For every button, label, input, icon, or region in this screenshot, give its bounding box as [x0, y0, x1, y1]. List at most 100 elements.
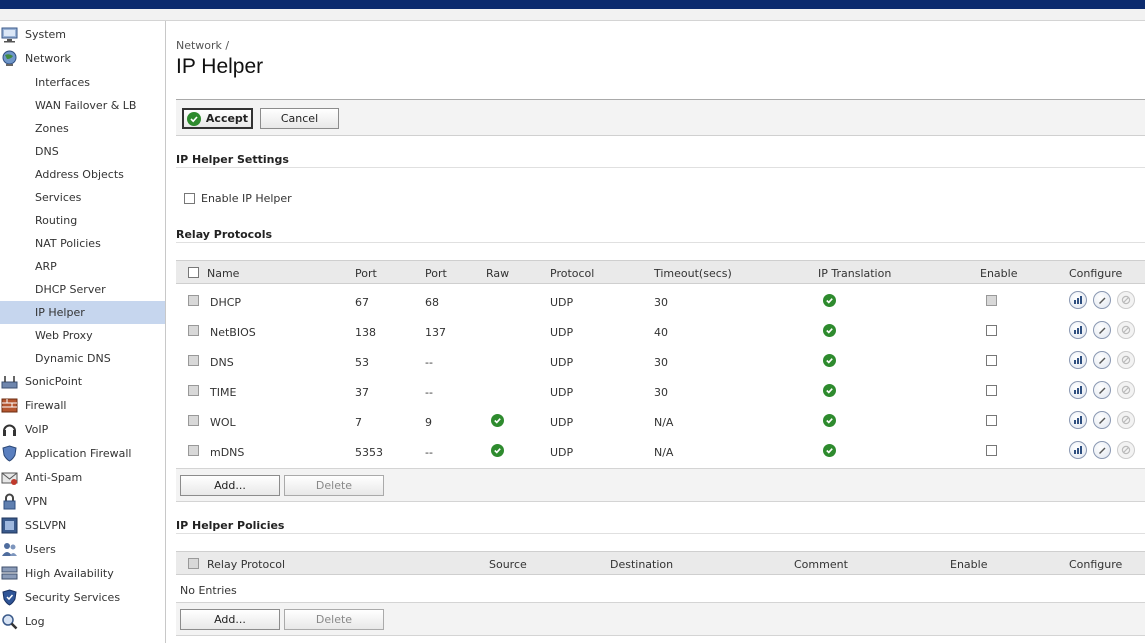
headset-icon — [0, 421, 18, 439]
sidebar-sub-wan-failover[interactable]: WAN Failover & LB — [0, 94, 165, 117]
stats-icon[interactable] — [1069, 351, 1087, 369]
delete-icon[interactable] — [1117, 381, 1135, 399]
sidebar-item-high-availability[interactable]: High Availability — [0, 562, 165, 585]
row-select-checkbox[interactable] — [188, 415, 199, 426]
cell-port2: -- — [425, 386, 433, 399]
sidebar-item-anti-spam[interactable]: Anti-Spam — [0, 466, 165, 489]
sidebar-item-log[interactable]: Log — [0, 610, 165, 633]
edit-icon[interactable] — [1093, 411, 1111, 429]
delete-icon[interactable] — [1117, 321, 1135, 339]
sidebar-sub-routing[interactable]: Routing — [0, 209, 165, 232]
stats-icon[interactable] — [1069, 411, 1087, 429]
col-configure: Configure — [1069, 267, 1123, 280]
sidebar-item-application-firewall[interactable]: Application Firewall — [0, 442, 165, 465]
sidebar-item-voip[interactable]: VoIP — [0, 418, 165, 441]
sidebar-sub-address-objects[interactable]: Address Objects — [0, 163, 165, 186]
sidebar-item-vpn[interactable]: VPN — [0, 490, 165, 513]
select-all-checkbox[interactable] — [188, 267, 199, 278]
table-row: DNS 53 -- UDP 30 — [176, 346, 1145, 376]
enable-ip-helper-row: Enable IP Helper — [184, 192, 292, 205]
shield-icon — [0, 445, 18, 463]
cell-port: 53 — [355, 356, 369, 369]
sidebar-item-system[interactable]: System — [0, 23, 165, 46]
no-entries-text: No Entries — [180, 584, 237, 597]
raw-check-icon — [491, 444, 504, 457]
sidebar-item-sonicpoint[interactable]: SonicPoint — [0, 370, 165, 393]
sidebar-sub-dhcp-server[interactable]: DHCP Server — [0, 278, 165, 301]
relay-footer: Add... Delete — [176, 468, 1145, 502]
delete-policy-button[interactable]: Delete — [284, 609, 384, 630]
row-select-checkbox[interactable] — [188, 295, 199, 306]
delete-icon[interactable] — [1117, 441, 1135, 459]
row-enable-checkbox[interactable] — [986, 385, 997, 396]
sidebar-sub-dynamic-dns[interactable]: Dynamic DNS — [0, 347, 165, 370]
sidebar-sub-label: Services — [35, 191, 82, 204]
row-select-checkbox[interactable] — [188, 355, 199, 366]
policies-select-all-checkbox[interactable] — [188, 558, 199, 569]
delete-icon[interactable] — [1117, 411, 1135, 429]
row-enable-checkbox[interactable] — [986, 295, 997, 306]
stats-icon[interactable] — [1069, 321, 1087, 339]
sidebar-sub-label: WAN Failover & LB — [35, 99, 137, 112]
cell-protocol: UDP — [550, 446, 574, 459]
col-ip-translation: IP Translation — [818, 267, 892, 280]
firewall-icon — [0, 397, 18, 415]
add-policy-button[interactable]: Add... — [180, 609, 280, 630]
sidebar-item-network[interactable]: Network — [0, 47, 165, 70]
col-enable: Enable — [950, 558, 988, 571]
sidebar-sub-nat-policies[interactable]: NAT Policies — [0, 232, 165, 255]
col-port: Port — [355, 267, 377, 280]
sidebar-item-sslvpn[interactable]: SSLVPN — [0, 514, 165, 537]
breadcrumb[interactable]: Network / — [176, 39, 229, 52]
cell-name: mDNS — [210, 446, 245, 459]
row-enable-checkbox[interactable] — [986, 445, 997, 456]
sidebar-sub-interfaces[interactable]: Interfaces — [0, 71, 165, 94]
sidebar-sub-label: ARP — [35, 260, 57, 273]
sidebar-sub-ip-helper[interactable]: IP Helper — [0, 301, 165, 324]
stats-icon[interactable] — [1069, 441, 1087, 459]
row-enable-checkbox[interactable] — [986, 325, 997, 336]
cell-timeout: 30 — [654, 356, 668, 369]
delete-icon[interactable] — [1117, 351, 1135, 369]
cell-port2: 9 — [425, 416, 432, 429]
accept-button[interactable]: Accept — [182, 108, 253, 129]
sidebar-sub-zones[interactable]: Zones — [0, 117, 165, 140]
row-enable-checkbox[interactable] — [986, 355, 997, 366]
delete-relay-button[interactable]: Delete — [284, 475, 384, 496]
cell-timeout: 30 — [654, 296, 668, 309]
stats-icon[interactable] — [1069, 381, 1087, 399]
divider — [176, 167, 1145, 168]
sidebar-item-label: VPN — [25, 495, 48, 508]
edit-icon[interactable] — [1093, 351, 1111, 369]
ip-translation-check-icon — [823, 324, 836, 337]
edit-icon[interactable] — [1093, 321, 1111, 339]
sidebar-sub-label: Zones — [35, 122, 69, 135]
row-select-checkbox[interactable] — [188, 445, 199, 456]
row-select-checkbox[interactable] — [188, 325, 199, 336]
cancel-button[interactable]: Cancel — [260, 108, 339, 129]
row-select-checkbox[interactable] — [188, 385, 199, 396]
sidebar-item-firewall[interactable]: Firewall — [0, 394, 165, 417]
sidebar-item-security-services[interactable]: Security Services — [0, 586, 165, 609]
sidebar-sub-label: Dynamic DNS — [35, 352, 111, 365]
edit-icon[interactable] — [1093, 291, 1111, 309]
sidebar-sub-services[interactable]: Services — [0, 186, 165, 209]
delete-icon[interactable] — [1117, 291, 1135, 309]
lock-icon — [0, 493, 18, 511]
sidebar-item-label: Application Firewall — [25, 447, 132, 460]
users-icon — [0, 541, 18, 559]
edit-icon[interactable] — [1093, 441, 1111, 459]
add-relay-button[interactable]: Add... — [180, 475, 280, 496]
sidebar-sub-arp[interactable]: ARP — [0, 255, 165, 278]
sidebar-item-users[interactable]: Users — [0, 538, 165, 561]
edit-icon[interactable] — [1093, 381, 1111, 399]
row-enable-checkbox[interactable] — [986, 415, 997, 426]
relay-table-header: Name Port Port Raw Protocol Timeout(secs… — [176, 260, 1145, 284]
cell-port2: 137 — [425, 326, 446, 339]
stats-icon[interactable] — [1069, 291, 1087, 309]
sidebar-sub-dns[interactable]: DNS — [0, 140, 165, 163]
sidebar-sub-web-proxy[interactable]: Web Proxy — [0, 324, 165, 347]
col-relay-protocol: Relay Protocol — [207, 558, 286, 571]
enable-ip-helper-checkbox[interactable] — [184, 193, 195, 204]
settings-heading: IP Helper Settings — [176, 153, 289, 166]
